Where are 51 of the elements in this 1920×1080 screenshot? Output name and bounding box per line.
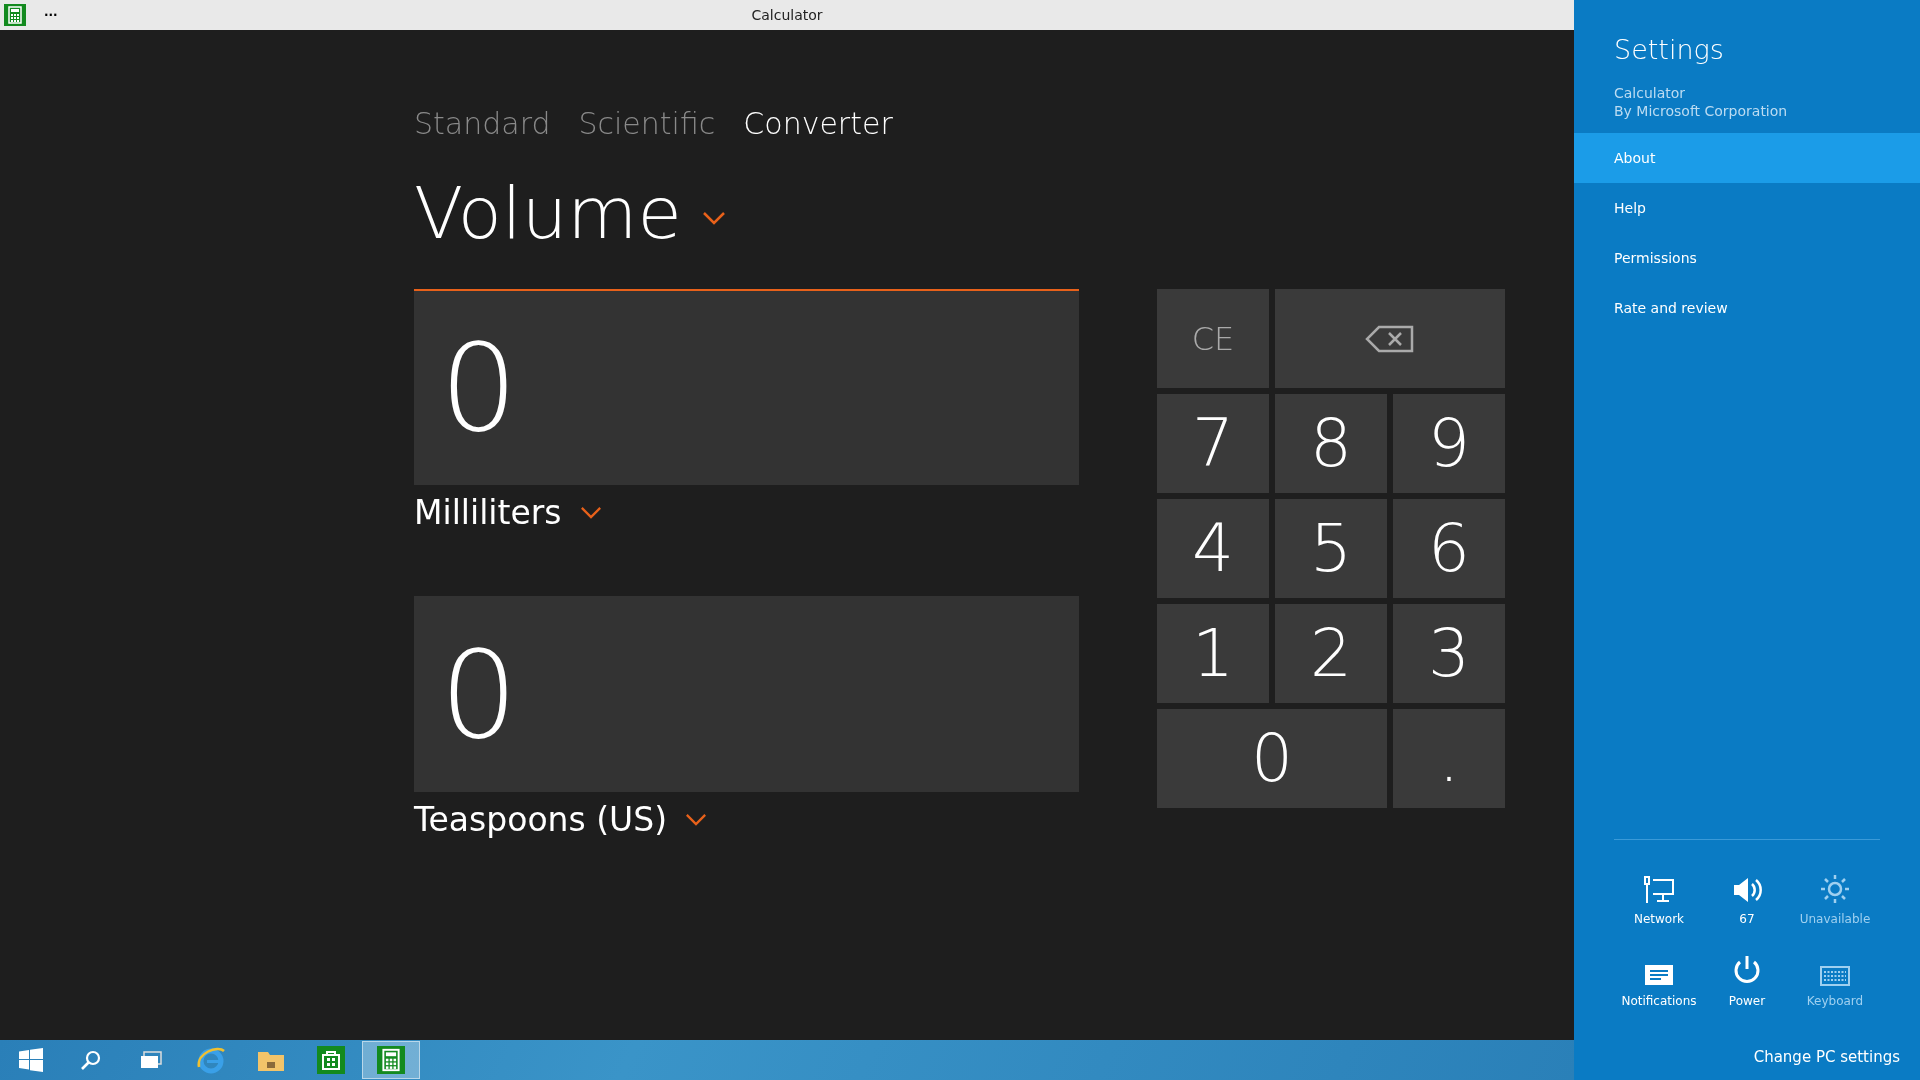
window-title: Calculator [751, 7, 823, 23]
key-button[interactable]: 1 [1157, 604, 1269, 703]
chevron-down-icon [685, 813, 708, 826]
mode-tab[interactable]: Scientific [578, 106, 716, 141]
key-button[interactable]: 3 [1393, 604, 1505, 703]
quick-setting-button[interactable]: Network [1615, 864, 1703, 926]
chevron-down-icon [579, 506, 602, 519]
key-button[interactable]: 0 [1157, 709, 1387, 808]
quick-setting-button[interactable]: Power [1703, 946, 1791, 1008]
settings-item[interactable]: Permissions [1574, 233, 1920, 283]
keyboard-icon [1820, 966, 1850, 986]
change-pc-settings-link[interactable]: Change PC settings [1753, 1048, 1900, 1066]
power-icon [1732, 954, 1762, 986]
mode-tab[interactable]: Converter [743, 106, 893, 141]
quick-setting-button[interactable]: 67 [1703, 864, 1791, 926]
search-icon [80, 1049, 102, 1071]
settings-item[interactable]: Help [1574, 183, 1920, 233]
chevron-down-icon [701, 211, 726, 225]
unit-dropdown[interactable]: Milliliters [414, 493, 602, 532]
publisher-name: By Microsoft Corporation [1614, 103, 1789, 119]
unit-dropdown[interactable]: Teaspoons (US) [414, 800, 708, 839]
key-button[interactable]: . [1393, 709, 1505, 808]
key-button[interactable]: 4 [1157, 499, 1269, 598]
app-name: Calculator [1614, 85, 1687, 101]
category-dropdown[interactable]: Volume [414, 171, 726, 255]
backspace-icon [1365, 324, 1415, 353]
menu-button[interactable]: ··· [40, 8, 62, 22]
windows-logo-icon [19, 1048, 43, 1072]
monitor-cable-icon [1643, 876, 1675, 904]
panel-title: Settings [1613, 33, 1725, 65]
key-button[interactable]: 5 [1275, 499, 1387, 598]
key-button[interactable]: 7 [1157, 394, 1269, 493]
sun-icon [1820, 874, 1850, 904]
key-button[interactable]: 9 [1393, 394, 1505, 493]
key-button[interactable]: 8 [1275, 394, 1387, 493]
quick-setting-button[interactable]: Notifications [1615, 946, 1703, 1008]
value-field[interactable]: 0 [414, 289, 1079, 485]
calculator-taskbar-button[interactable] [362, 1041, 420, 1079]
message-icon [1644, 964, 1674, 986]
key-button[interactable]: CE [1157, 289, 1269, 388]
key-button[interactable]: 2 [1275, 604, 1387, 703]
stacked-windows-icon [140, 1051, 162, 1069]
shopping-bag-icon [317, 1046, 345, 1074]
settings-item[interactable]: Rate and review [1574, 283, 1920, 333]
mode-tab[interactable]: Standard [414, 106, 551, 141]
speaker-icon [1732, 876, 1762, 904]
value-field[interactable]: 0 [414, 596, 1079, 792]
calculator-icon [4, 4, 26, 26]
key-button[interactable]: 6 [1393, 499, 1505, 598]
calculator-icon [377, 1046, 405, 1074]
browser-e-icon [196, 1045, 226, 1075]
